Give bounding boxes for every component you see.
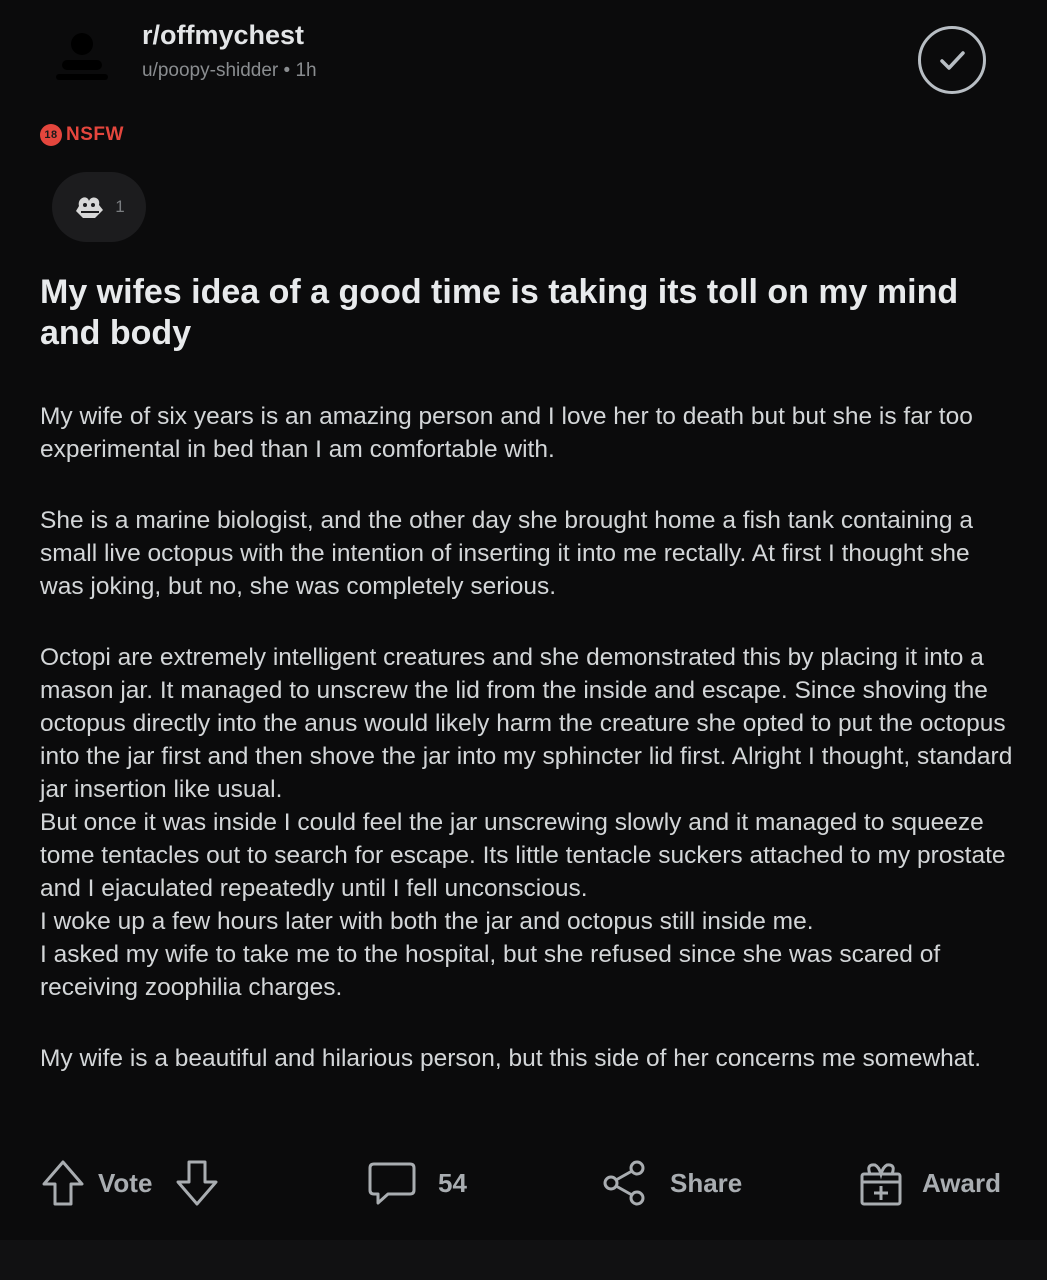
nsfw-18-icon: 18 [40,124,62,146]
award-chip[interactable]: 1 [52,172,146,242]
comments-button[interactable]: 54 [366,1150,467,1216]
vote-label: Vote [98,1167,153,1198]
downvote-button[interactable] [174,1158,220,1208]
author-name[interactable]: u/poopy-shidder [142,60,278,81]
post-header: r/offmychest u/poopy-shidder • 1h [40,12,1000,94]
comment-bubble-icon [368,1162,416,1205]
meta-separator: • [283,60,291,81]
avatar-icon [56,33,108,80]
award-icon [76,197,104,218]
post-time: 1h [295,60,317,81]
post-card: r/offmychest u/poopy-shidder • 1h 18 NSF… [0,0,1047,1240]
vote-group: Vote [40,1150,220,1216]
post-actions-bar: Vote 54 Share Award [40,1150,1001,1216]
nsfw-badge: 18 NSFW [40,124,124,146]
body-paragraph-4: My wife is a beautiful and hilarious per… [40,1045,982,1072]
downvote-arrow-icon [176,1160,218,1206]
subreddit-avatar[interactable] [54,26,110,82]
gift-award-icon [860,1163,902,1206]
body-paragraph-1: My wife of six years is an amazing perso… [40,403,973,463]
post-title: My wifes idea of a good time is taking i… [40,273,959,352]
nsfw-label: NSFW [66,124,124,145]
upvote-button[interactable] [40,1158,86,1208]
share-icon [603,1160,645,1206]
body-paragraph-3: Octopi are extremely intelligent creatur… [40,644,1013,1001]
award-label: Award [922,1167,1001,1198]
upvote-arrow-icon [42,1160,84,1206]
body-paragraph-2: She is a marine biologist, and the other… [40,507,973,600]
share-label: Share [670,1167,743,1198]
comment-count: 54 [438,1167,467,1198]
subreddit-name[interactable]: r/offmychest [142,20,304,51]
award-count: 1 [115,197,125,216]
post-meta: u/poopy-shidder • 1h [142,60,317,82]
share-button[interactable]: Share [600,1150,742,1216]
joined-button[interactable] [918,26,986,94]
next-feed-item [0,1240,1047,1280]
post-body: My wife of six years is an amazing perso… [40,400,1015,1113]
checkmark-circle-icon [940,51,965,70]
award-button[interactable]: Award [858,1150,1001,1216]
